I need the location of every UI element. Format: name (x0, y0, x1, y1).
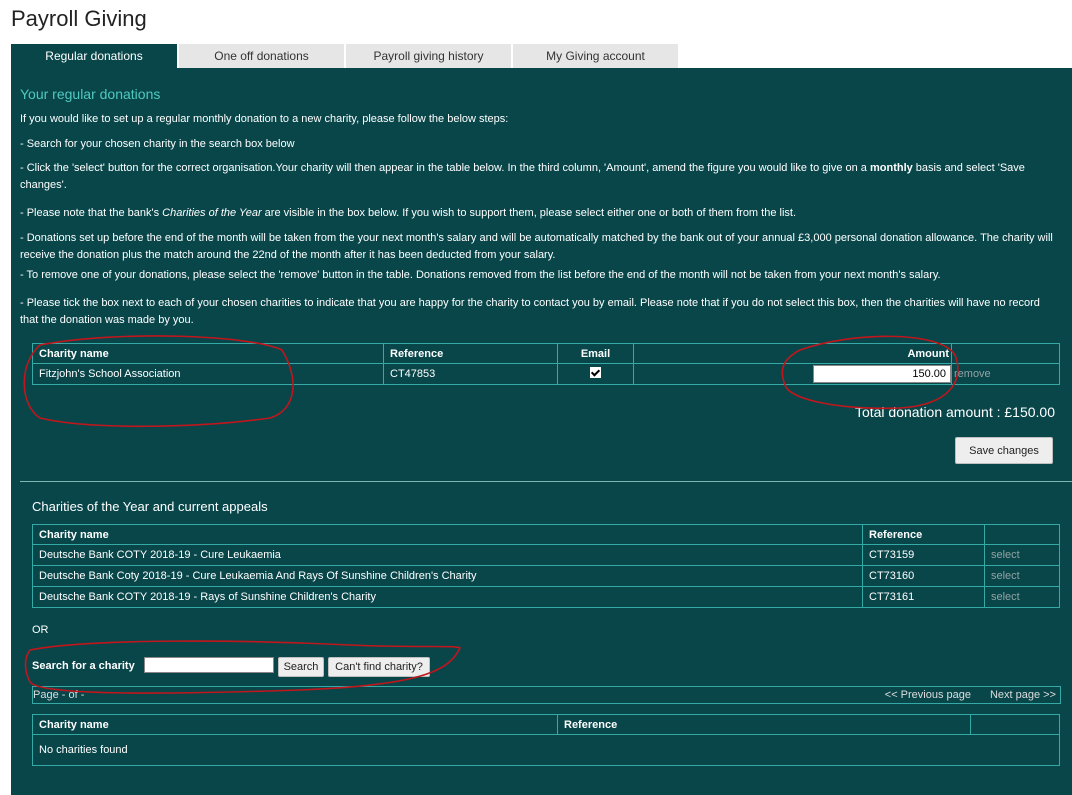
column-header-action (970, 714, 1060, 735)
tab-payroll-giving-history[interactable]: Payroll giving history (346, 44, 511, 68)
column-header-reference: Reference (862, 524, 985, 545)
page-title: Payroll Giving (11, 6, 147, 31)
action-cell: select (984, 565, 1060, 587)
column-header-amount: Amount (633, 343, 952, 364)
charity-name-cell: Deutsche Bank COTY 2018-19 - Rays of Sun… (32, 586, 863, 608)
table-row: Deutsche Bank COTY 2018-19 - Rays of Sun… (32, 586, 1060, 608)
pager: Page - of - << Previous page Next page >… (32, 686, 1061, 704)
column-header-charity-name: Charity name (32, 524, 863, 545)
action-cell: select (984, 544, 1060, 566)
select-button[interactable]: select (991, 591, 1020, 603)
tab-my-giving-account[interactable]: My Giving account (513, 44, 678, 68)
save-changes-button[interactable]: Save changes (955, 437, 1053, 464)
table-header-row: Charity name Reference Email Amount (32, 343, 1060, 364)
tab-one-off-donations[interactable]: One off donations (179, 44, 344, 68)
email-consent-checkbox[interactable] (590, 367, 601, 378)
reference-cell: CT73161 (862, 586, 985, 608)
step-search: - Search for your chosen charity in the … (20, 138, 295, 150)
step-coty-text: - Please note that the bank's (20, 207, 163, 219)
reference-cell: CT73160 (862, 565, 985, 587)
coty-table: Charity name Reference Deutsche Bank COT… (32, 524, 1060, 608)
no-results-message: No charities found (32, 734, 1060, 766)
amount-cell (633, 363, 952, 385)
step-email-consent: - Please tick the box next to each of yo… (20, 297, 1040, 326)
charity-name-cell: Deutsche Bank COTY 2018-19 - Cure Leukae… (32, 544, 863, 566)
column-header-reference: Reference (383, 343, 558, 364)
reference-cell: CT47853 (383, 363, 558, 385)
total-donation-amount: Total donation amount : £150.00 (854, 404, 1055, 420)
cant-find-charity-button[interactable]: Can't find charity? (328, 657, 430, 677)
column-header-email: Email (557, 343, 634, 364)
table-row: No charities found (32, 734, 1060, 766)
next-page-link[interactable]: Next page >> (990, 687, 1056, 703)
email-cell (557, 363, 634, 385)
step-coty-text-end: are visible in the box below. If you wis… (261, 207, 797, 219)
section-divider (20, 481, 1072, 482)
search-input[interactable] (144, 657, 274, 673)
remove-button[interactable]: remove (954, 368, 991, 380)
column-header-charity-name: Charity name (32, 714, 558, 735)
action-cell: remove (951, 363, 1060, 385)
tab-regular-donations[interactable]: Regular donations (11, 44, 177, 68)
table-row: Fitzjohn's School Association CT47853 re… (32, 363, 1060, 385)
search-label: Search for a charity (32, 660, 135, 672)
column-header-reference: Reference (557, 714, 971, 735)
step-remove: - To remove one of your donations, pleas… (20, 269, 941, 281)
table-row: Deutsche Bank Coty 2018-19 - Cure Leukae… (32, 565, 1060, 587)
regular-donations-table: Charity name Reference Email Amount Fitz… (32, 343, 1060, 385)
search-results-table: Charity name Reference No charities foun… (32, 714, 1060, 766)
select-button[interactable]: select (991, 549, 1020, 561)
reference-cell: CT73159 (862, 544, 985, 566)
step-select-text: - Click the 'select' button for the corr… (20, 162, 870, 174)
previous-page-link[interactable]: << Previous page (885, 687, 971, 703)
intro-text: If you would like to set up a regular mo… (20, 113, 509, 125)
column-header-action (951, 343, 1060, 364)
search-button[interactable]: Search (278, 657, 324, 677)
step-select: - Click the 'select' button for the corr… (20, 160, 1060, 194)
action-cell: select (984, 586, 1060, 608)
page-info: Page - of - (33, 689, 85, 701)
regular-donations-panel: Your regular donations If you would like… (11, 68, 1072, 795)
charity-name-cell: Fitzjohn's School Association (32, 363, 384, 385)
select-button[interactable]: select (991, 570, 1020, 582)
step-coty: - Please note that the bank's Charities … (20, 205, 1060, 222)
column-header-charity-name: Charity name (32, 343, 384, 364)
charity-name-cell: Deutsche Bank Coty 2018-19 - Cure Leukae… (32, 565, 863, 587)
table-header-row: Charity name Reference (32, 524, 1060, 545)
coty-heading: Charities of the Year and current appeal… (32, 499, 268, 514)
step-select-bold: monthly (869, 162, 913, 174)
step-matching: - Donations set up before the end of the… (20, 232, 1053, 261)
regular-donations-heading: Your regular donations (20, 86, 161, 102)
column-header-action (984, 524, 1060, 545)
table-header-row: Charity name Reference (32, 714, 1060, 735)
or-label: OR (32, 624, 49, 636)
table-row: Deutsche Bank COTY 2018-19 - Cure Leukae… (32, 544, 1060, 566)
amount-input[interactable] (813, 365, 951, 383)
step-coty-italic: Charities of the Year (162, 207, 262, 219)
